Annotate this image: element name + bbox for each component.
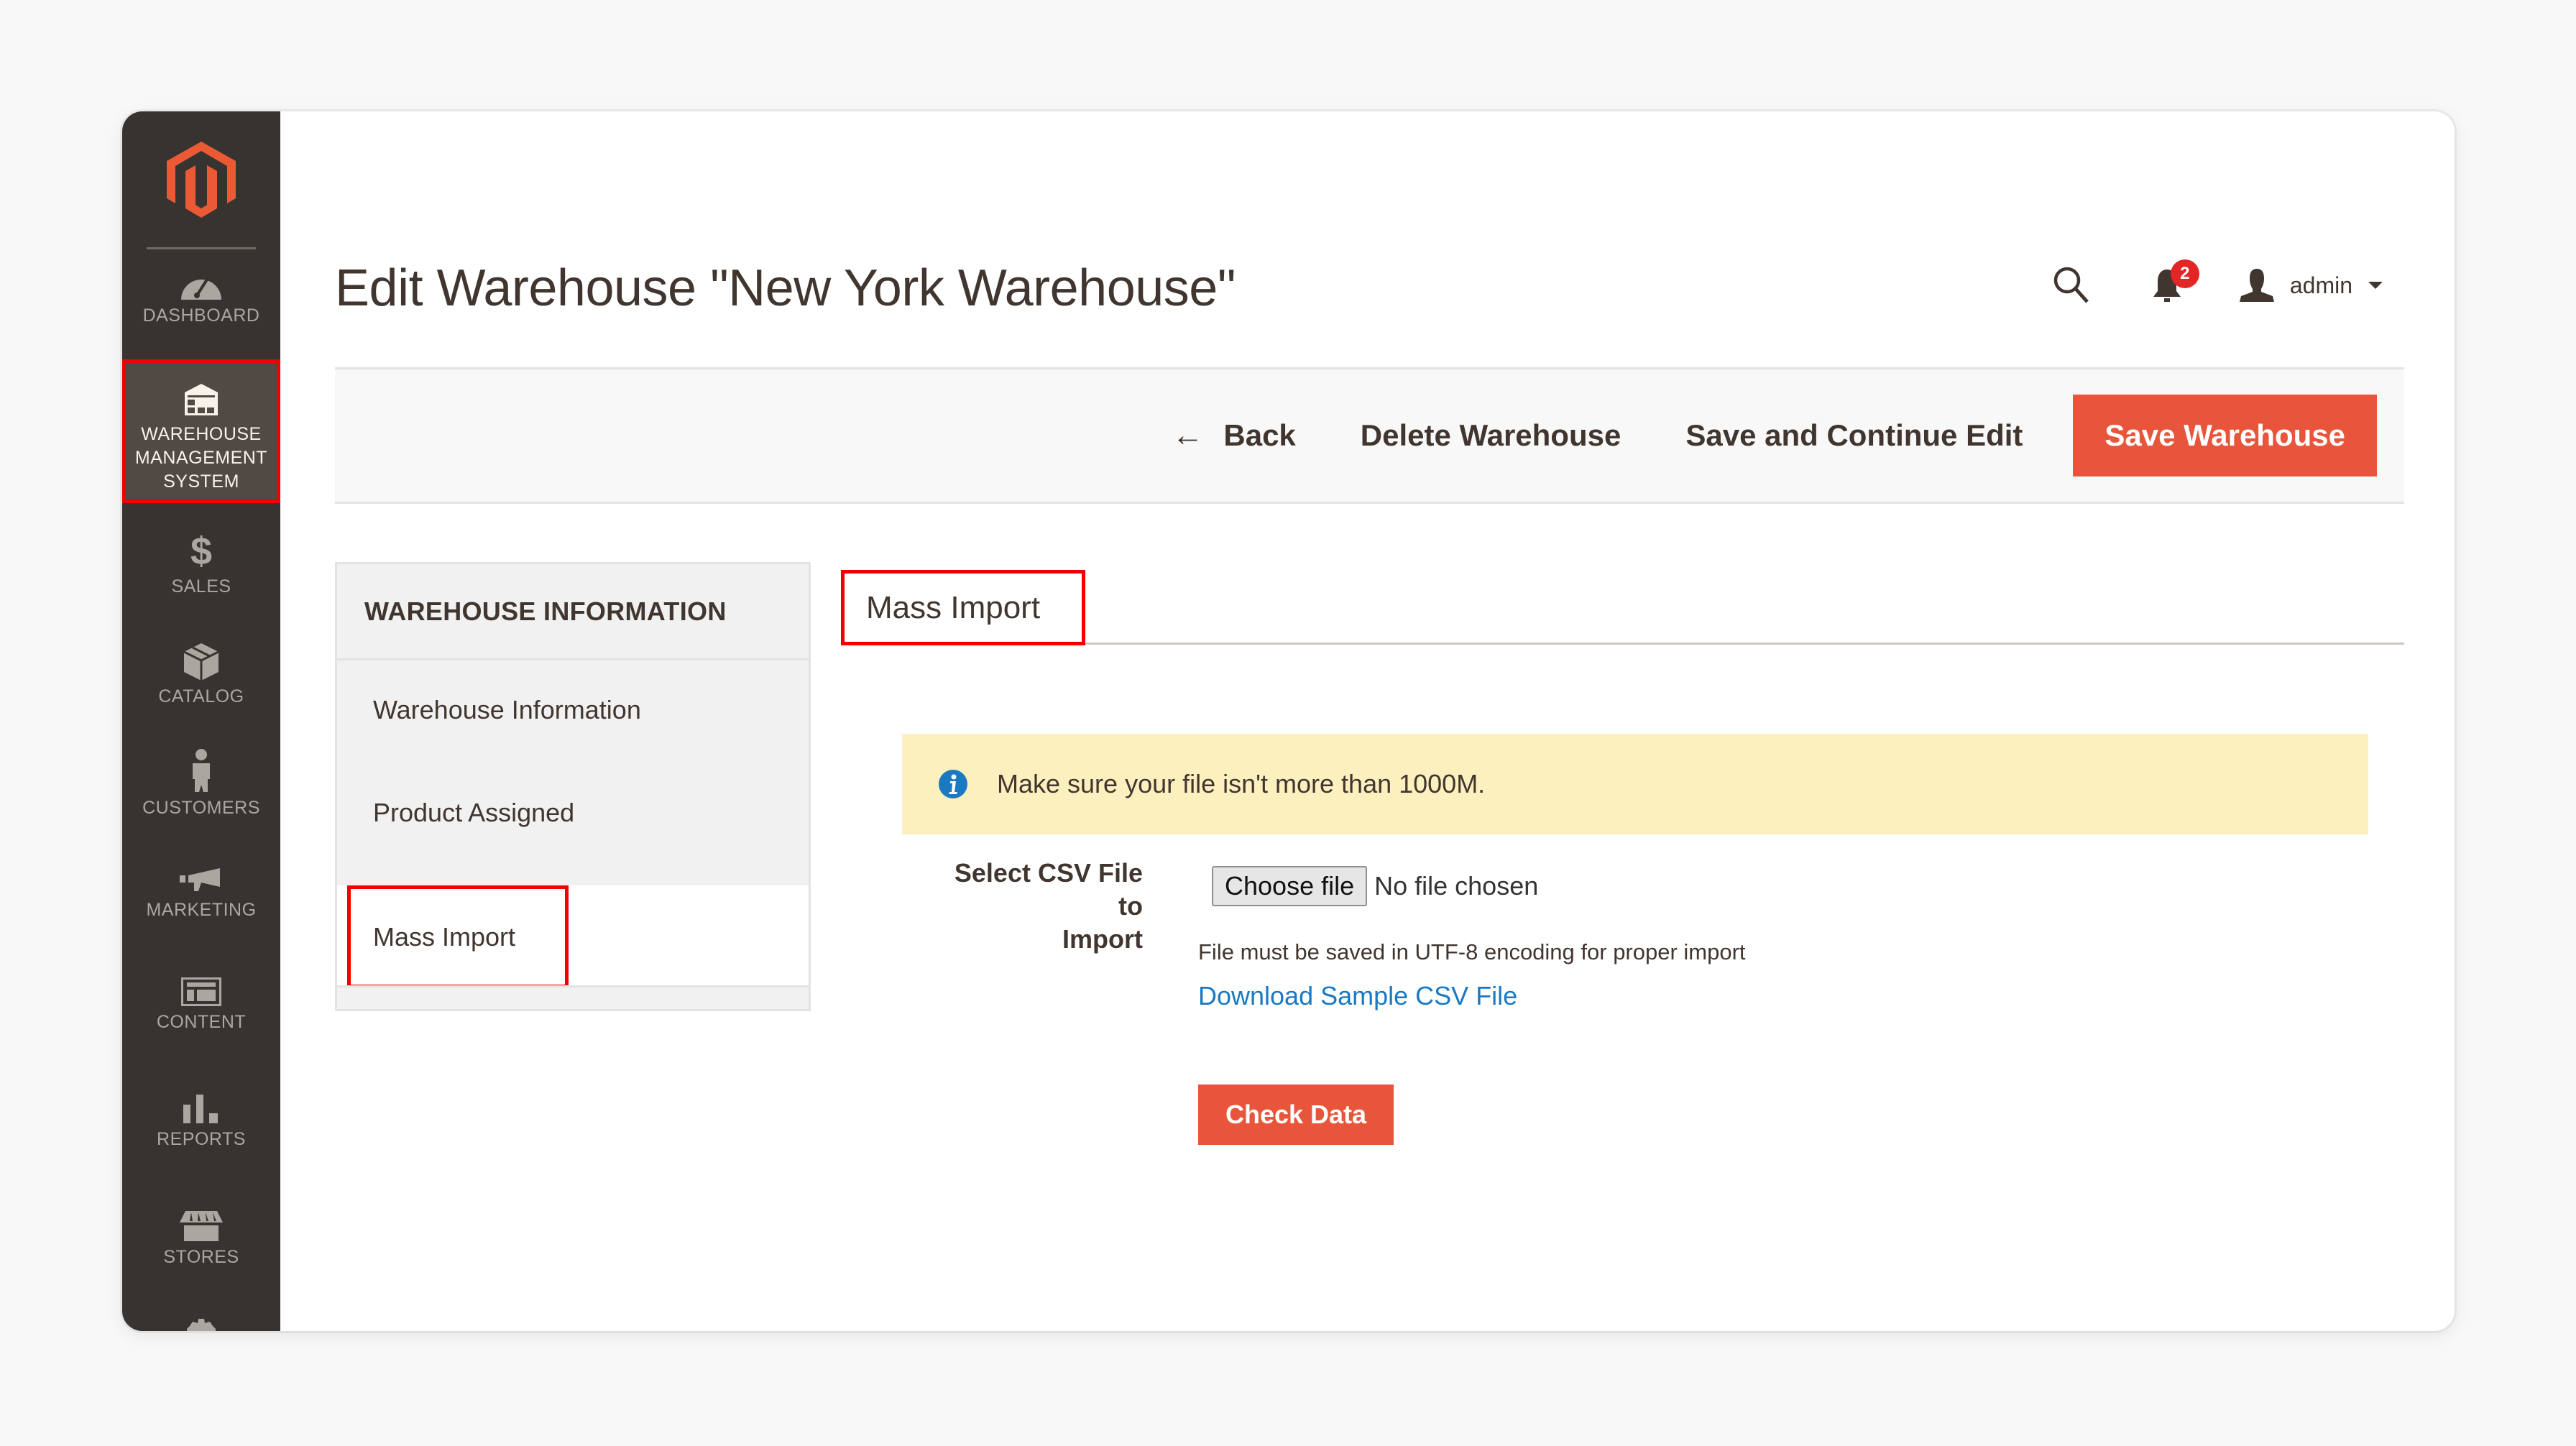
- delete-warehouse-button[interactable]: Delete Warehouse: [1339, 418, 1643, 453]
- tab-warehouse-information[interactable]: Warehouse Information: [337, 658, 809, 761]
- sidebar-item-dashboard[interactable]: DASHBOARD: [122, 271, 280, 350]
- notifications-count-badge: 2: [2170, 259, 2199, 288]
- sidebar-label-line1: WAREHOUSE: [141, 424, 262, 444]
- header-actions: 2 admin: [2053, 257, 2383, 314]
- app-window: DASHBOARD WAREHOUSE MANAGEMENT SYSTEM $ …: [122, 111, 2455, 1331]
- page-title: Edit Warehouse "New York Warehouse": [335, 259, 1236, 317]
- info-icon: [939, 770, 967, 798]
- sidebar-label: STORES: [163, 1247, 239, 1267]
- back-label: Back: [1223, 418, 1296, 452]
- magento-logo-icon[interactable]: [167, 142, 236, 218]
- sidebar-label: CUSTOMERS: [142, 798, 260, 818]
- tab-product-assigned[interactable]: Product Assigned: [337, 761, 809, 864]
- arrow-left-icon: ←: [1172, 418, 1204, 453]
- layout-icon: [181, 977, 221, 1006]
- person-icon: [193, 749, 210, 792]
- sidebar-item-sales[interactable]: $ SALES: [122, 532, 280, 611]
- tabs-footer: [337, 985, 809, 1009]
- box-icon: [184, 643, 218, 681]
- tabs-title: WAREHOUSE INFORMATION: [337, 564, 809, 660]
- save-warehouse-button[interactable]: Save Warehouse: [2073, 395, 2377, 476]
- sidebar-label: CONTENT: [156, 1012, 247, 1032]
- warehouse-icon: [185, 384, 218, 415]
- notifications-button[interactable]: 2: [2152, 259, 2199, 303]
- logo-divider: [147, 247, 256, 249]
- gear-icon[interactable]: [187, 1319, 216, 1331]
- dollar-icon: $: [190, 530, 213, 573]
- label-line1: Select CSV File to: [954, 858, 1143, 921]
- global-search-button[interactable]: [2053, 266, 2090, 305]
- encoding-note: File must be saved in UTF-8 encoding for…: [1198, 939, 1746, 964]
- sidebar-label: REPORTS: [157, 1129, 246, 1149]
- label-line2: Import: [1062, 924, 1143, 954]
- dashboard-gauge-icon: [181, 278, 221, 300]
- section-tab-mass-import[interactable]: Mass Import: [841, 570, 1085, 645]
- tab-mass-import[interactable]: Mass Import: [337, 885, 809, 988]
- sidebar-item-stores[interactable]: STORES: [122, 1211, 280, 1290]
- sidebar-label-line3: SYSTEM: [163, 471, 239, 492]
- sidebar-label: SALES: [171, 576, 231, 597]
- sidebar-item-warehouse-management[interactable]: WAREHOUSE MANAGEMENT SYSTEM: [122, 359, 280, 503]
- search-icon: [2053, 267, 2089, 303]
- admin-sidebar: DASHBOARD WAREHOUSE MANAGEMENT SYSTEM $ …: [122, 111, 280, 1331]
- sidebar-label: MARKETING: [146, 900, 257, 920]
- megaphone-icon: [180, 868, 220, 891]
- file-size-notice: Make sure your file isn't more than 1000…: [902, 734, 2368, 834]
- chevron-down-icon: [2368, 282, 2383, 289]
- notice-text: Make sure your file isn't more than 1000…: [997, 769, 1486, 798]
- file-status-text: No file chosen: [1374, 871, 1539, 901]
- sidebar-item-content[interactable]: CONTENT: [122, 977, 280, 1056]
- user-account-menu[interactable]: admin: [2239, 269, 2383, 302]
- user-icon: [2239, 269, 2274, 302]
- bar-chart-icon: [183, 1095, 218, 1123]
- user-name: admin: [2289, 272, 2352, 298]
- sidebar-item-reports[interactable]: REPORTS: [122, 1095, 280, 1174]
- sidebar-item-marketing[interactable]: MARKETING: [122, 868, 280, 947]
- choose-file-button[interactable]: Choose file: [1212, 866, 1368, 906]
- warehouse-tabs-panel: WAREHOUSE INFORMATION Warehouse Informat…: [335, 562, 811, 1011]
- storefront-icon: [180, 1211, 223, 1241]
- sidebar-item-customers[interactable]: CUSTOMERS: [122, 749, 280, 835]
- sidebar-label-line2: MANAGEMENT: [134, 448, 268, 468]
- save-and-continue-button[interactable]: Save and Continue Edit: [1664, 418, 2044, 453]
- download-sample-csv-link[interactable]: Download Sample CSV File: [1198, 981, 1517, 1011]
- csv-file-field-label: Select CSV File to Import: [927, 857, 1143, 956]
- check-data-button[interactable]: Check Data: [1198, 1084, 1394, 1145]
- section-divider: [1085, 643, 2404, 645]
- sidebar-label: CATALOG: [158, 686, 244, 706]
- sidebar-item-catalog[interactable]: CATALOG: [122, 643, 280, 722]
- tab-label: Mass Import: [373, 921, 516, 952]
- csv-file-input[interactable]: Choose file No file chosen: [1212, 866, 1538, 906]
- sidebar-label: DASHBOARD: [142, 305, 260, 326]
- page-actions-toolbar: ← Back Delete Warehouse Save and Continu…: [335, 367, 2404, 504]
- back-button[interactable]: ← Back: [1150, 418, 1317, 453]
